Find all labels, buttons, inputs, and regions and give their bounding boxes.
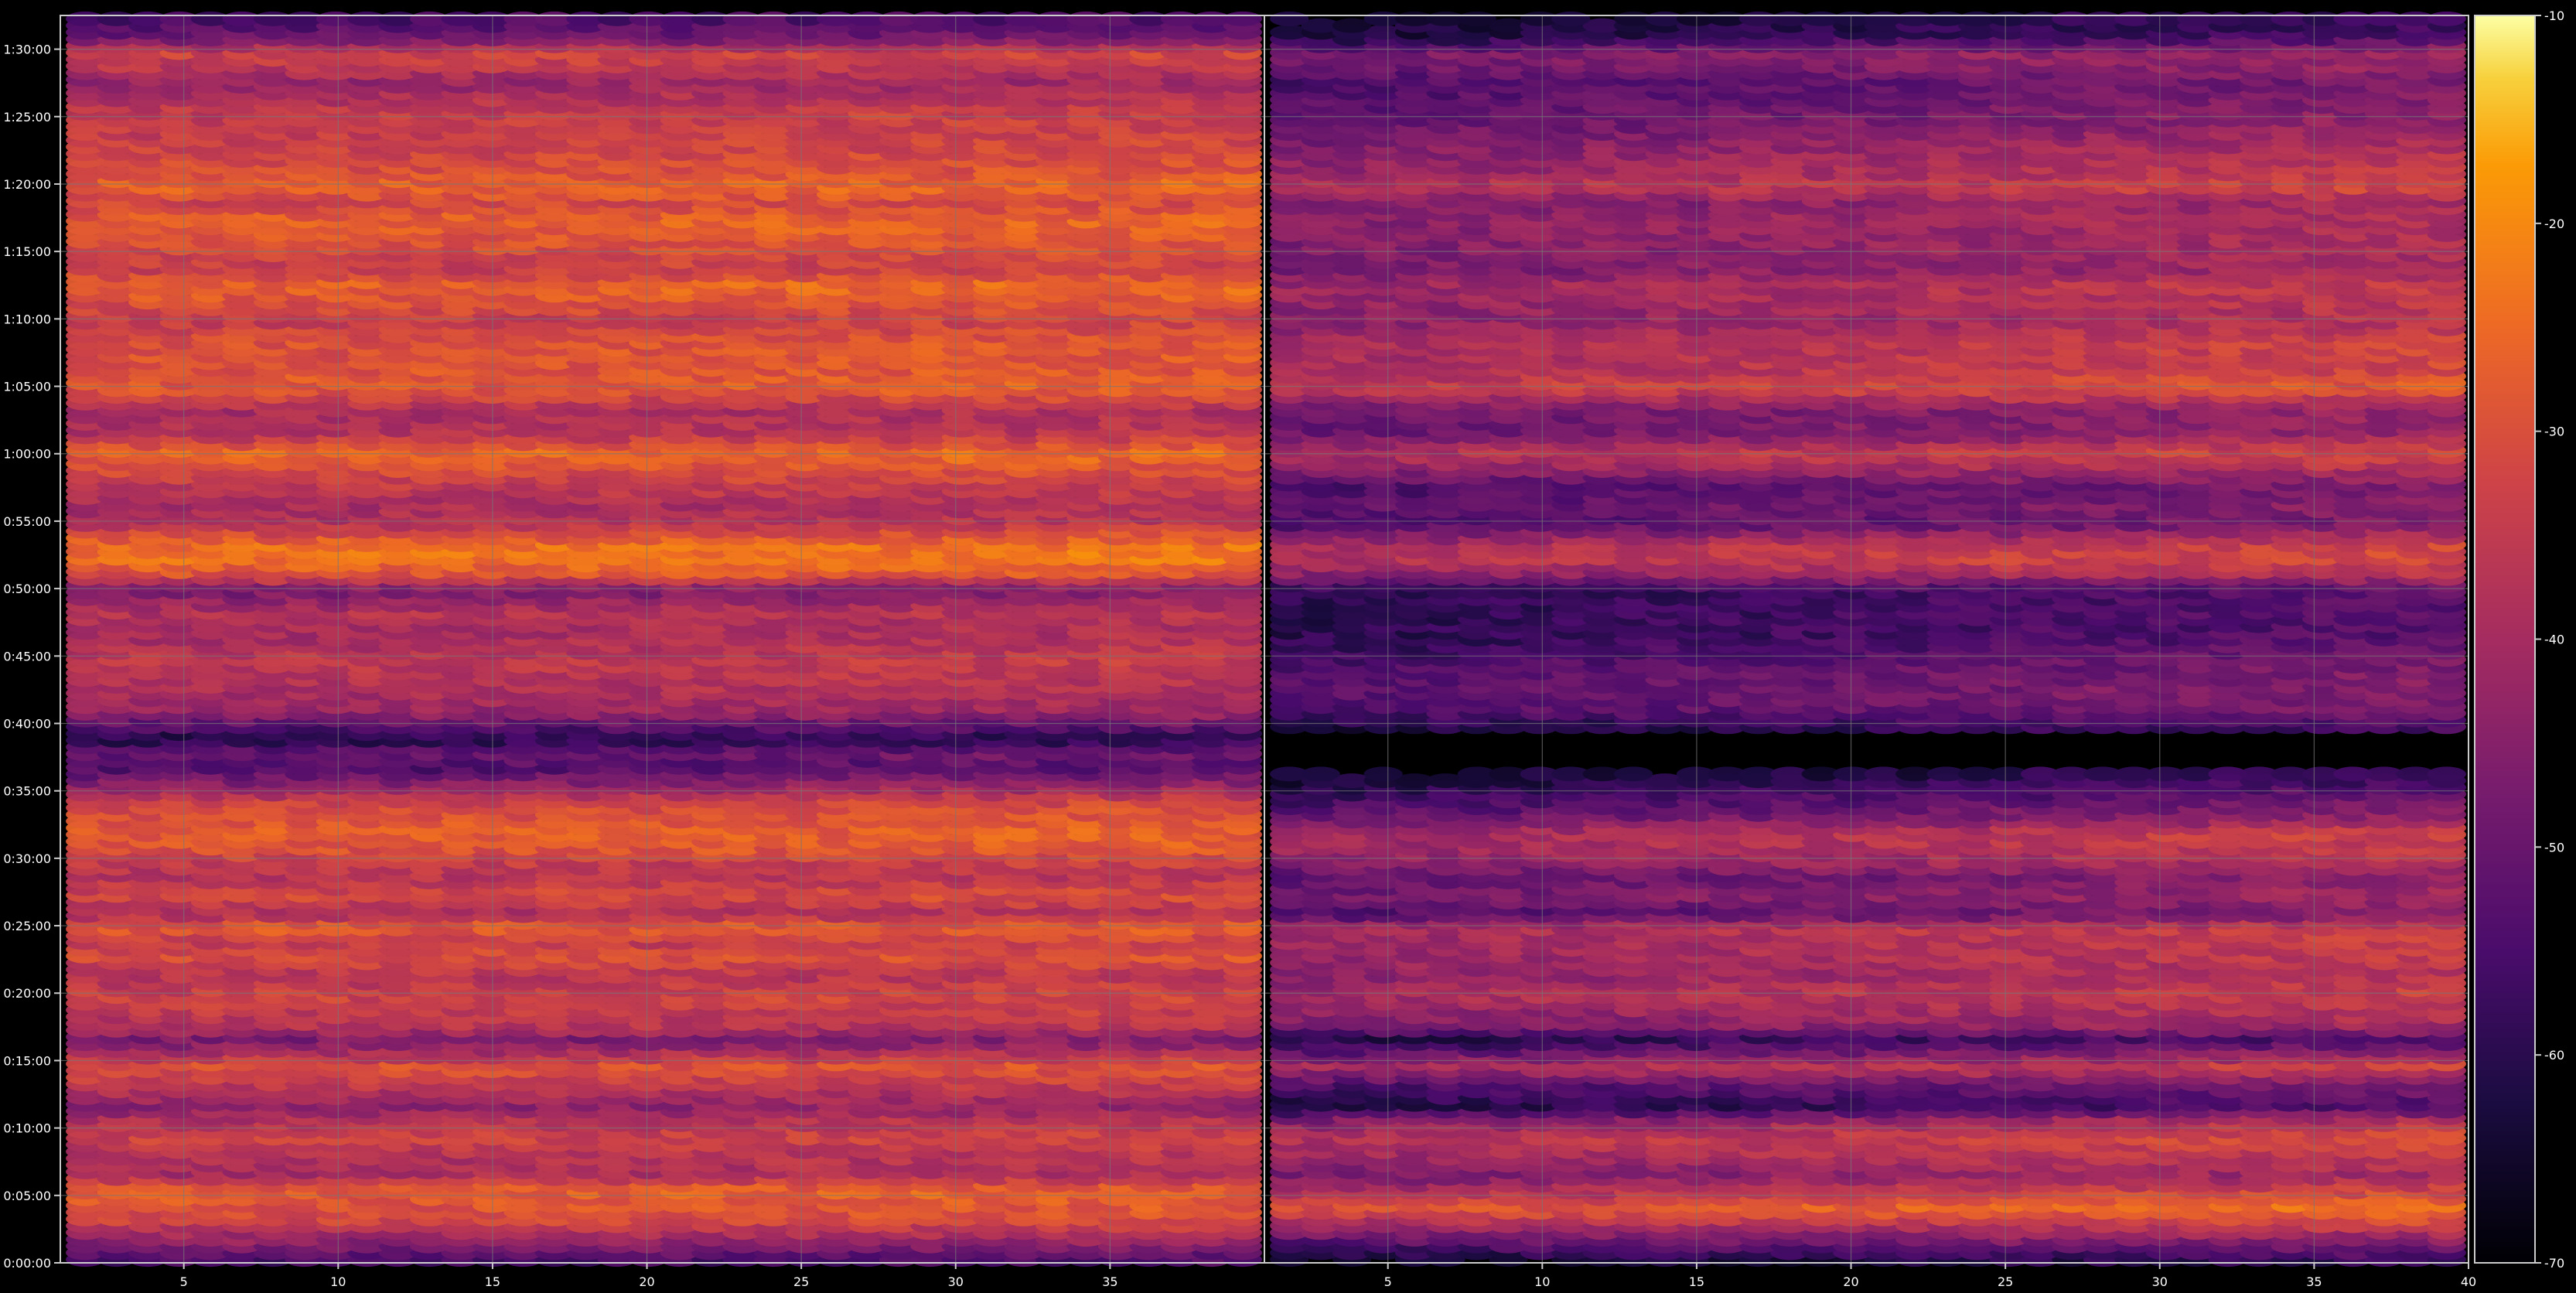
spectrogram-figure: 0:00:000:05:000:10:000:15:000:20:000:25:…: [3, 9, 2564, 1289]
heatmap-panel-left: [66, 11, 1262, 1267]
